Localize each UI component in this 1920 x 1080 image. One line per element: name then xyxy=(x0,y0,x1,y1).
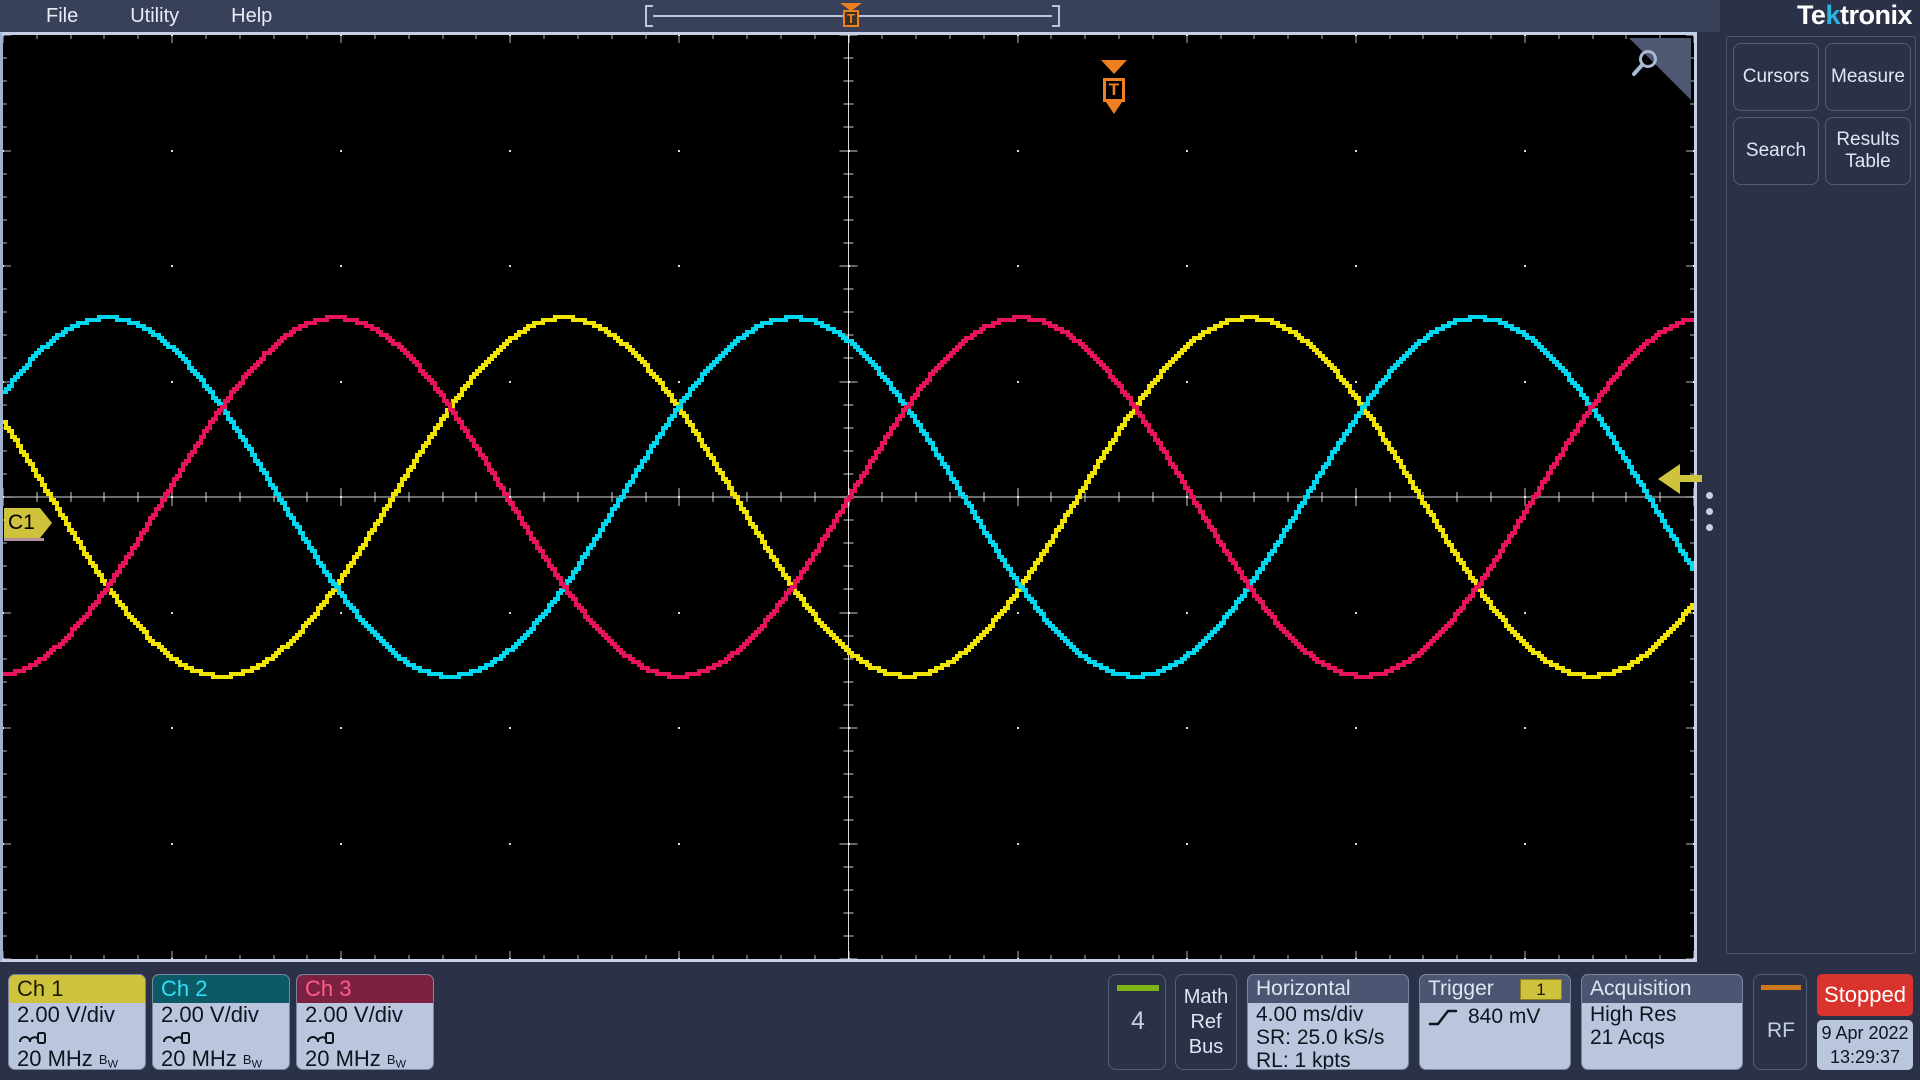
trigger-level-arrow-tail xyxy=(1678,475,1702,482)
search-icon xyxy=(1632,50,1657,76)
trigger-panel[interactable]: Trigger 1 840 mV xyxy=(1419,974,1571,1070)
channel-bandwidth: 20 MHz BW xyxy=(161,1046,262,1070)
trace-ch-3 xyxy=(3,315,1694,679)
trigger-body: 840 mV xyxy=(1420,1003,1570,1028)
waveform-traces xyxy=(3,315,1694,679)
trigger-position-point-icon xyxy=(1106,102,1122,114)
sidebar-button-grid: Cursors Measure Search Results Table xyxy=(1733,43,1911,185)
channel-badge-title: Ch 2 xyxy=(153,975,289,1003)
menu-item-utility[interactable]: Utility xyxy=(122,1,187,31)
logo-part-accent: k xyxy=(1825,0,1840,30)
channel-button-ch4[interactable]: 4 xyxy=(1108,974,1166,1070)
horizontal-title: Horizontal xyxy=(1248,975,1408,1003)
handle-dot xyxy=(1706,508,1713,515)
acquisition-body: High Res 21 Acqs xyxy=(1582,1003,1742,1049)
channel-badge-ch3[interactable]: Ch 3 2.00 V/div 20 MHz BW xyxy=(296,974,434,1070)
graticule[interactable] xyxy=(0,32,1697,962)
trigger-level-value: 840 mV xyxy=(1468,1005,1541,1028)
sidebar-panel: Cursors Measure Search Results Table xyxy=(1726,36,1916,954)
channel-scale: 2.00 V/div xyxy=(161,1002,259,1027)
probe-icon xyxy=(161,1027,281,1047)
acquisition-count: 21 Acqs xyxy=(1590,1026,1665,1049)
overview-trigger-marker[interactable]: T xyxy=(840,3,862,29)
channel-badge-rows: 2.00 V/div 20 MHz BW xyxy=(297,1003,433,1070)
probe-icon xyxy=(305,1027,425,1047)
menu-item-file[interactable]: File xyxy=(38,1,86,31)
time-text: 13:29:37 xyxy=(1829,1047,1901,1067)
horizontal-panel[interactable]: Horizontal 4.00 ms/div SR: 25.0 kS/s RL:… xyxy=(1247,974,1409,1070)
ch4-color-bar xyxy=(1117,985,1159,991)
ch1-reference-marker[interactable]: C1 xyxy=(4,508,52,541)
trigger-position-arrow-icon xyxy=(1101,60,1127,74)
trigger-position-marker[interactable]: T xyxy=(1099,60,1129,118)
rf-label: RF xyxy=(1767,1019,1795,1042)
date-text: 9 Apr 2022 xyxy=(1821,1023,1909,1043)
channel-scale: 2.00 V/div xyxy=(17,1002,115,1027)
rf-color-bar xyxy=(1761,985,1801,990)
channel-scale: 2.00 V/div xyxy=(305,1002,403,1027)
acquisition-mode: High Res xyxy=(1590,1003,1677,1026)
menu-bar: File Utility Help T xyxy=(0,0,1720,32)
menu-item-help[interactable]: Help xyxy=(223,1,280,31)
channel-badge-rows: 2.00 V/div 20 MHz BW xyxy=(9,1003,145,1070)
zoom-badge[interactable] xyxy=(1629,38,1691,100)
run-state-button[interactable]: Stopped xyxy=(1817,974,1913,1016)
trigger-title-text: Trigger xyxy=(1428,977,1494,1000)
record-overview-bar[interactable]: T xyxy=(645,3,1060,29)
math-label: Math xyxy=(1183,986,1229,1008)
sidebar-button-search[interactable]: Search xyxy=(1733,117,1819,185)
horizontal-sample-rate: SR: 25.0 kS/s xyxy=(1256,1026,1385,1049)
ref-label: Ref xyxy=(1190,1011,1222,1033)
math-ref-bus-button[interactable]: Math Ref Bus xyxy=(1175,974,1237,1070)
trigger-source-badge: 1 xyxy=(1520,979,1562,1000)
overview-right-bracket xyxy=(1052,5,1060,27)
overview-left-bracket xyxy=(645,5,653,27)
acquisition-panel[interactable]: Acquisition High Res 21 Acqs xyxy=(1581,974,1743,1070)
sidebar-button-measure[interactable]: Measure xyxy=(1825,43,1911,111)
handle-dot xyxy=(1706,492,1713,499)
horizontal-record-length: RL: 1 kpts xyxy=(1256,1049,1351,1070)
trigger-position-label: T xyxy=(1103,78,1125,102)
panel-drag-handle[interactable] xyxy=(1706,492,1713,540)
trigger-level-arrow-icon xyxy=(1658,464,1680,494)
channel-badge-title: Ch 3 xyxy=(297,975,433,1003)
channel-badge-ch1[interactable]: Ch 1 2.00 V/div 20 MHz BW xyxy=(8,974,146,1070)
right-sidebar: Tektronix Cursors Measure Search Results… xyxy=(1720,0,1920,962)
handle-dot xyxy=(1706,524,1713,531)
status-bar: Ch 1 2.00 V/div 20 MHz BW Ch 2 2.00 V/di… xyxy=(0,962,1920,1080)
trigger-level-row: 840 mV xyxy=(1428,1003,1562,1028)
ch4-label: 4 xyxy=(1131,1007,1145,1035)
logo-part-2: tronix xyxy=(1839,0,1913,30)
date-time-display: 9 Apr 2022 13:29:37 xyxy=(1817,1020,1913,1070)
bus-label: Bus xyxy=(1188,1036,1224,1058)
ch1-marker-label: C1 xyxy=(8,511,35,534)
channel-bandwidth: 20 MHz BW xyxy=(305,1046,406,1070)
sidebar-button-cursors[interactable]: Cursors xyxy=(1733,43,1819,111)
rising-edge-icon xyxy=(1428,1009,1458,1025)
rf-button[interactable]: RF xyxy=(1753,974,1807,1070)
ch1-marker-underbar xyxy=(4,538,44,541)
oscilloscope-screen: File Utility Help T C1 T Tektronix Curso… xyxy=(0,0,1920,1080)
acquisition-title: Acquisition xyxy=(1582,975,1742,1003)
sidebar-button-results-table[interactable]: Results Table xyxy=(1825,117,1911,185)
trigger-title: Trigger 1 xyxy=(1420,975,1570,1003)
horizontal-body: 4.00 ms/div SR: 25.0 kS/s RL: 1 kpts xyxy=(1248,1003,1408,1070)
channel-badge-ch2[interactable]: Ch 2 2.00 V/div 20 MHz BW xyxy=(152,974,290,1070)
overview-trigger-label: T xyxy=(843,10,859,27)
waveform-area: C1 T xyxy=(0,32,1702,962)
trigger-level-marker[interactable] xyxy=(1658,464,1702,494)
probe-icon xyxy=(17,1027,137,1047)
channel-bandwidth: 20 MHz BW xyxy=(17,1046,118,1070)
logo-part-1: Te xyxy=(1796,0,1826,30)
channel-badge-rows: 2.00 V/div 20 MHz BW xyxy=(153,1003,289,1070)
horizontal-scale: 4.00 ms/div xyxy=(1256,1003,1364,1026)
tektronix-logo: Tektronix xyxy=(1720,0,1920,32)
channel-badge-title: Ch 1 xyxy=(9,975,145,1003)
